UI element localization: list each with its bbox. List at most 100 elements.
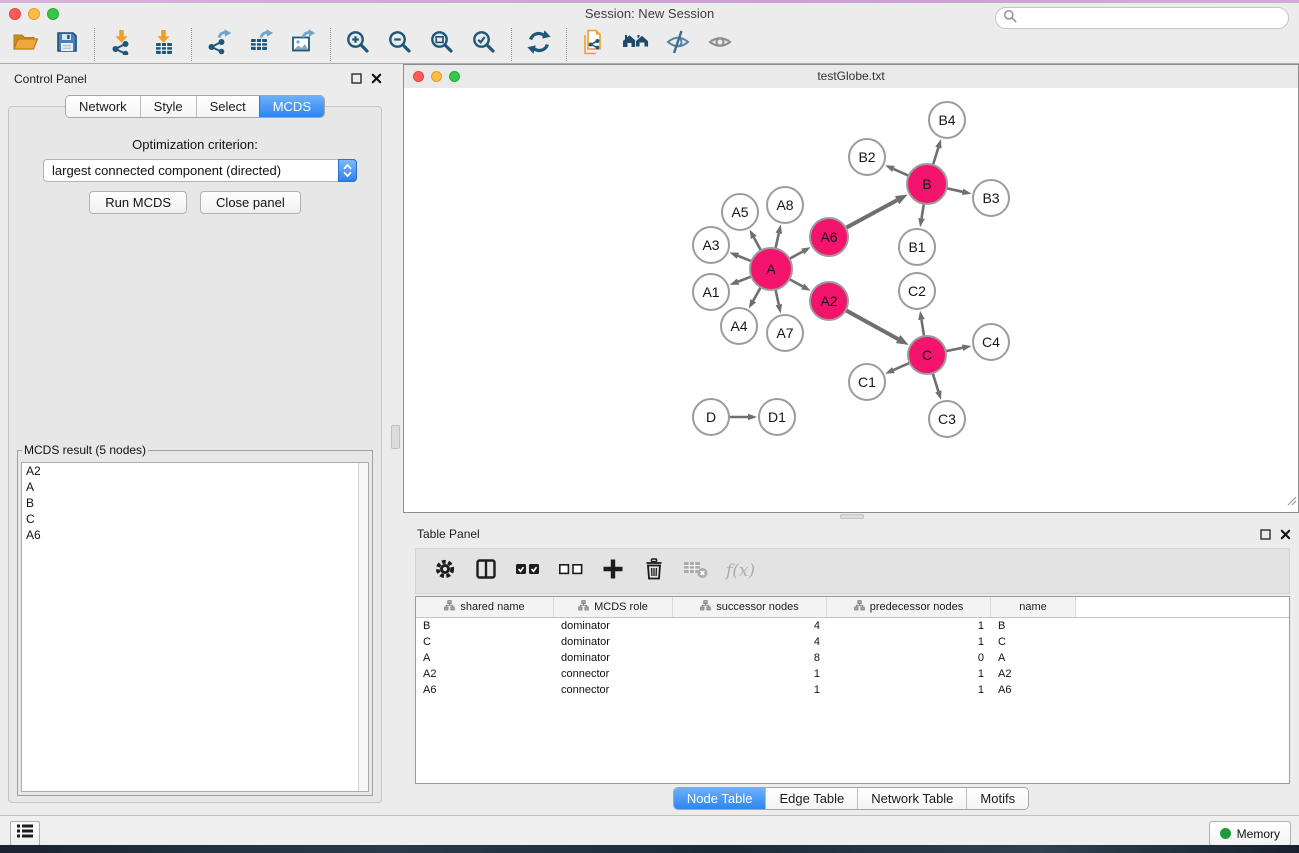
column-header-shared-name[interactable]: shared name <box>416 597 554 617</box>
table-cell[interactable]: 1 <box>827 634 991 650</box>
graph-node-C1[interactable]: C1 <box>849 364 885 400</box>
column-header-MCDS-role[interactable]: MCDS role <box>554 597 673 617</box>
graph-edge-A-A2[interactable] <box>789 279 811 291</box>
task-history-button[interactable] <box>10 821 40 846</box>
mcds-result-item[interactable]: B <box>22 495 368 511</box>
resize-corner-icon[interactable] <box>1287 493 1297 511</box>
home-pair-button[interactable] <box>615 28 657 61</box>
graph-edge-A-A1[interactable] <box>730 276 753 285</box>
graph-edge-C-C4[interactable] <box>945 345 972 352</box>
add-button[interactable] <box>601 557 625 586</box>
criterion-dropdown[interactable]: largest connected component (directed) <box>43 159 357 182</box>
tab-motifs[interactable]: Motifs <box>966 788 1028 809</box>
table-cell[interactable]: 1 <box>827 682 991 698</box>
graph-edge-B-B4[interactable] <box>933 139 942 166</box>
tab-node-table[interactable]: Node Table <box>674 788 766 809</box>
export-network-button[interactable] <box>198 28 240 61</box>
graph-node-A4[interactable]: A4 <box>721 308 757 344</box>
graph-node-A5[interactable]: A5 <box>722 194 758 230</box>
close-window-button[interactable] <box>9 8 21 20</box>
network-minimize-button[interactable] <box>431 71 442 82</box>
run-mcds-button[interactable]: Run MCDS <box>89 191 187 214</box>
mcds-result-item[interactable]: A <box>22 479 368 495</box>
table-cell[interactable]: 1 <box>673 666 827 682</box>
table-cell[interactable]: B <box>991 618 1076 634</box>
graph-node-D1[interactable]: D1 <box>759 399 795 435</box>
graph-edge-A-A5[interactable] <box>750 230 762 252</box>
zoom-in-button[interactable] <box>337 28 379 61</box>
minimize-window-button[interactable] <box>28 8 40 20</box>
mcds-list-scrollbar[interactable] <box>358 463 368 791</box>
hide-annotations-button[interactable] <box>657 28 699 61</box>
export-table-button[interactable] <box>240 28 282 61</box>
mcds-result-item[interactable]: A2 <box>22 463 368 479</box>
table-cell[interactable]: A6 <box>991 682 1076 698</box>
graph-node-D[interactable]: D <box>693 399 729 435</box>
graph-node-C4[interactable]: C4 <box>973 324 1009 360</box>
graph-edge-C-C1[interactable] <box>885 362 910 373</box>
table-row[interactable]: Bdominator41B <box>416 618 1289 634</box>
search-input[interactable] <box>1021 9 1288 27</box>
table-cell[interactable]: connector <box>554 682 673 698</box>
network-canvas[interactable]: B4B2BB3A5A8A6B1A3AA1C2A2A4A7C4CC1DD1C3 <box>404 88 1298 512</box>
function-builder-icon[interactable]: f(x) <box>726 561 755 581</box>
table-cell[interactable]: 0 <box>827 650 991 666</box>
table-cell[interactable]: A <box>416 650 554 666</box>
table-cell[interactable]: A2 <box>416 666 554 682</box>
graph-edge-D-D1[interactable] <box>728 414 757 421</box>
table-cell[interactable]: C <box>991 634 1076 650</box>
graph-node-C[interactable]: C <box>908 336 946 374</box>
table-cell[interactable]: 1 <box>827 666 991 682</box>
save-button[interactable] <box>46 28 88 61</box>
splitter-grip[interactable] <box>391 425 400 449</box>
table-cell[interactable]: C <box>416 634 554 650</box>
table-cell[interactable]: dominator <box>554 618 673 634</box>
export-image-button[interactable] <box>282 28 324 61</box>
graph-edge-B-B1[interactable] <box>918 203 925 227</box>
graph-edge-A-A3[interactable] <box>730 252 753 261</box>
deselect-all-button[interactable] <box>558 560 584 583</box>
close-panel-icon[interactable] <box>1280 527 1291 545</box>
table-cell[interactable]: A <box>991 650 1076 666</box>
memory-button[interactable]: Memory <box>1209 821 1291 846</box>
tab-edge-table[interactable]: Edge Table <box>765 788 857 809</box>
zoom-selected-button[interactable] <box>463 28 505 61</box>
graph-node-A2[interactable]: A2 <box>810 282 848 320</box>
import-table-button[interactable] <box>143 28 185 61</box>
select-all-button[interactable] <box>515 560 541 583</box>
table-cell[interactable]: dominator <box>554 650 673 666</box>
import-network-button[interactable] <box>101 28 143 61</box>
graph-node-C2[interactable]: C2 <box>899 273 935 309</box>
table-row[interactable]: A6connector11A6 <box>416 682 1289 698</box>
graph-edge-A-A4[interactable] <box>749 286 761 308</box>
graph-node-B1[interactable]: B1 <box>899 229 935 265</box>
graph-node-B[interactable]: B <box>907 164 947 204</box>
search-field[interactable] <box>995 7 1289 29</box>
table-cell[interactable]: 1 <box>673 682 827 698</box>
tab-select[interactable]: Select <box>196 96 259 117</box>
graph-node-B4[interactable]: B4 <box>929 102 965 138</box>
graph-node-A8[interactable]: A8 <box>767 187 803 223</box>
node-table[interactable]: shared nameMCDS rolesuccessor nodesprede… <box>415 596 1290 784</box>
table-cell[interactable]: 1 <box>827 618 991 634</box>
graph-node-A6[interactable]: A6 <box>810 218 848 256</box>
tab-network[interactable]: Network <box>66 96 140 117</box>
refresh-button[interactable] <box>518 28 560 61</box>
graph-edge-A-A6[interactable] <box>789 247 811 259</box>
table-cell[interactable]: 8 <box>673 650 827 666</box>
graph-edge-A-A8[interactable] <box>775 225 782 250</box>
column-header-successor-nodes[interactable]: successor nodes <box>673 597 827 617</box>
graph-edge-A6-B[interactable] <box>845 194 908 228</box>
graph-node-C3[interactable]: C3 <box>929 401 965 437</box>
graph-edge-A2-C[interactable] <box>845 310 909 345</box>
dropdown-stepper-icon[interactable] <box>338 159 357 182</box>
network-maximize-button[interactable] <box>449 71 460 82</box>
gear-button[interactable] <box>433 557 457 586</box>
horizontal-splitter-grip[interactable] <box>840 514 864 519</box>
column-header-name[interactable]: name <box>991 597 1076 617</box>
graph-edge-C-C3[interactable] <box>932 372 941 400</box>
network-close-button[interactable] <box>413 71 424 82</box>
mcds-result-item[interactable]: A6 <box>22 527 368 543</box>
show-annotations-button[interactable] <box>699 28 741 61</box>
trash-button[interactable] <box>642 557 666 586</box>
